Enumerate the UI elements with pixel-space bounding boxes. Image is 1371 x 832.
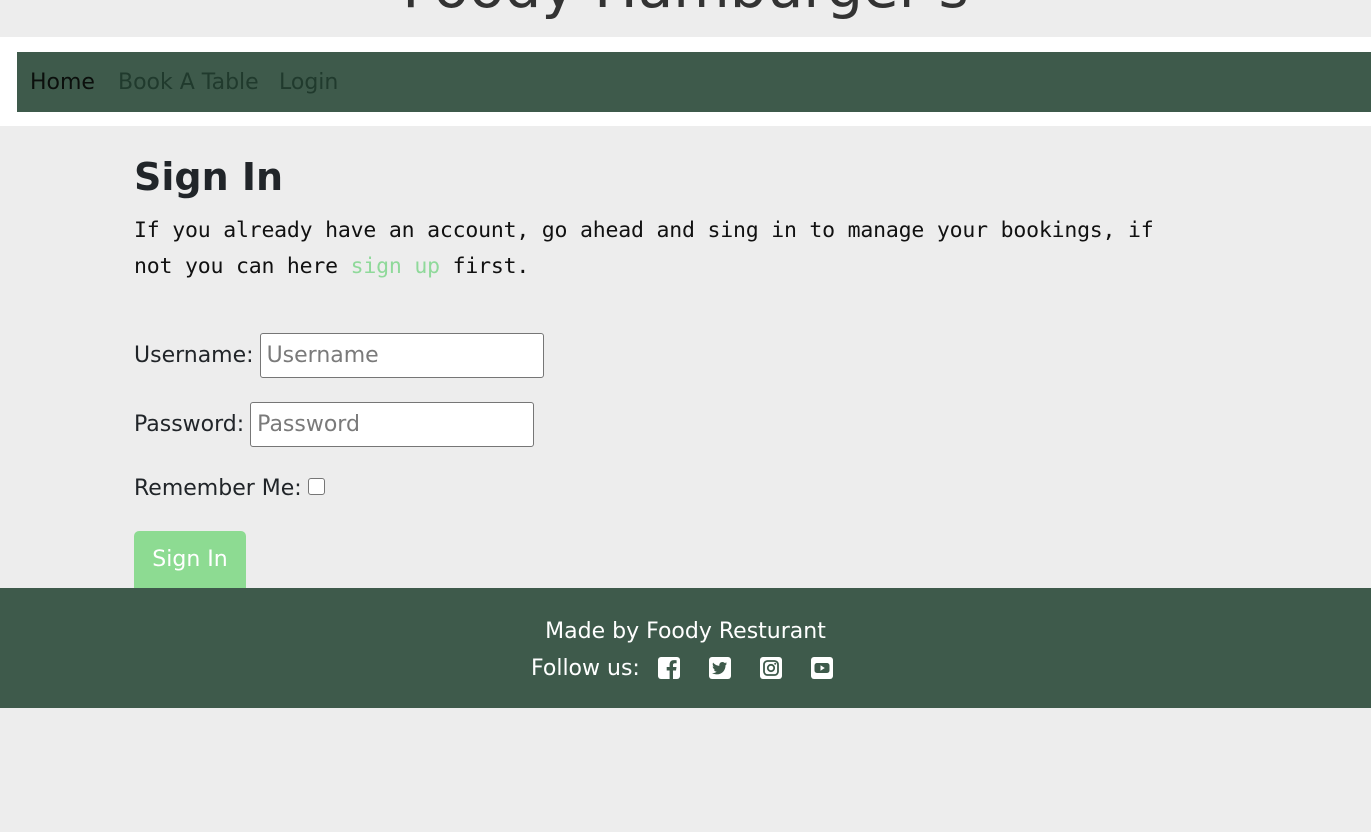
remember-me-row: Remember Me:: [134, 476, 325, 501]
follow-us-label: Follow us:: [531, 655, 640, 681]
password-label: Password:: [134, 412, 245, 437]
password-input[interactable]: [250, 402, 535, 447]
signup-link[interactable]: sign up: [351, 254, 440, 279]
follow-us-row: Follow us:: [531, 653, 862, 683]
footer-made-by: Made by Foody Resturant: [545, 619, 826, 644]
nav-wrapper: Home Book A Table Login: [0, 37, 1371, 126]
nav-link-home[interactable]: Home: [30, 52, 95, 112]
twitter-icon[interactable]: [708, 657, 731, 679]
brand-title: Foody Hamburger's: [0, 0, 1371, 20]
sign-in-button[interactable]: Sign In: [134, 531, 246, 588]
youtube-icon[interactable]: [810, 657, 833, 679]
nav-link-book-a-table[interactable]: Book A Table: [118, 52, 259, 112]
remember-me-checkbox[interactable]: [307, 478, 325, 495]
page-title: Sign In: [134, 155, 284, 199]
username-input[interactable]: [259, 333, 544, 378]
intro-text-before: If you already have an account, go ahead…: [134, 218, 1154, 279]
remember-me-label: Remember Me:: [134, 476, 302, 501]
instagram-icon[interactable]: [759, 657, 782, 679]
username-row: Username:: [134, 333, 544, 378]
nav-link-login[interactable]: Login: [279, 52, 338, 112]
navbar: Home Book A Table Login: [17, 52, 1371, 112]
site-header: Foody Hamburger's: [0, 0, 1371, 37]
intro-text-after: first.: [439, 254, 530, 279]
username-label: Username:: [134, 343, 254, 368]
intro-text: If you already have an account, go ahead…: [134, 213, 1204, 285]
facebook-icon[interactable]: [657, 657, 680, 679]
password-row: Password:: [134, 402, 535, 447]
site-footer: Made by Foody Resturant Follow us:: [0, 588, 1371, 708]
